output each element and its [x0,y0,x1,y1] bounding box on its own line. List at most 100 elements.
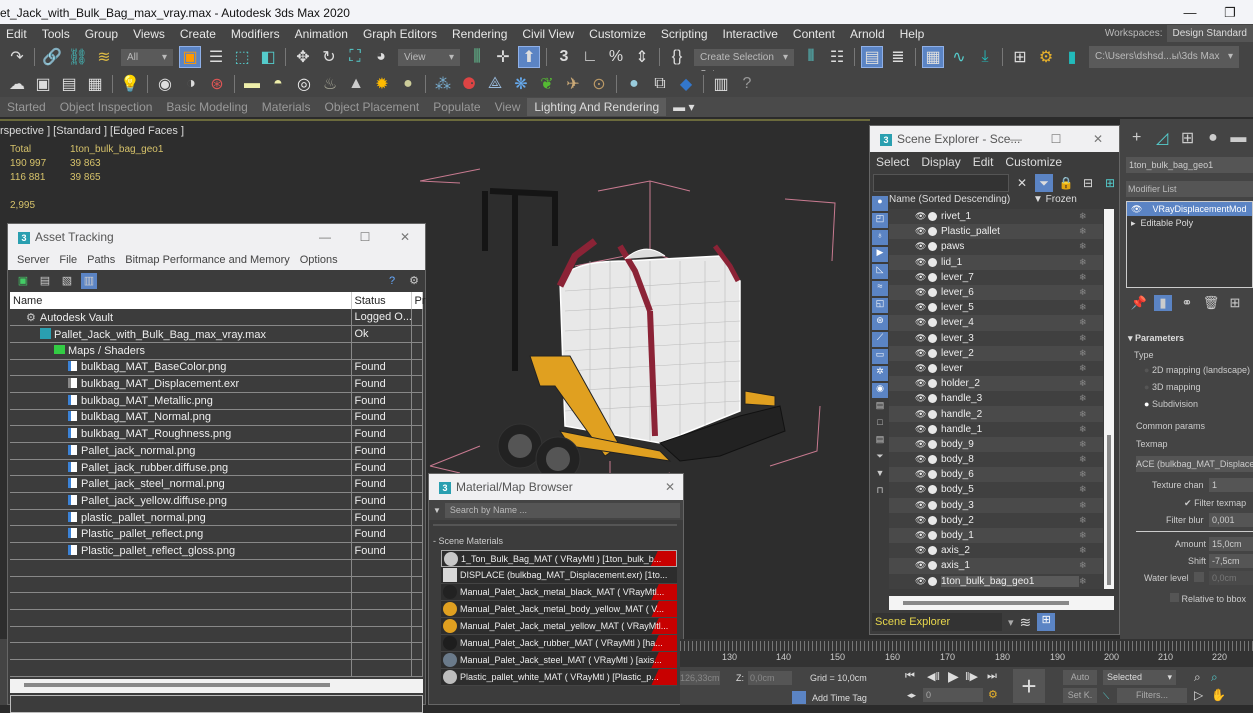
menu-civil-view[interactable]: Civil View [516,27,583,41]
visibility-eye-icon[interactable]: 👁 [915,363,926,374]
scene-object-row[interactable]: 👁lever_6❄ [889,285,1103,300]
menu-graph-editors[interactable]: Graph Editors [357,27,446,41]
snaps-toggle-icon[interactable]: 3 [553,46,575,68]
mirror-icon[interactable]: ⫴ [800,46,822,68]
column-frozen[interactable]: ▼ Frozen [1033,194,1077,205]
visibility-eye-icon[interactable]: 👁 [915,454,926,465]
tab-populate[interactable]: Populate [426,100,487,114]
vertical-scrollbar[interactable] [1104,209,1114,589]
table-view-icon[interactable]: ▥ [81,273,97,289]
filters-button[interactable]: Filters... [1117,688,1187,703]
asset-row[interactable]: Pallet_jack_yellow.diffuse.pngFound [10,493,422,510]
menu-bitmap-performance[interactable]: Bitmap Performance and Memory [125,254,289,266]
parameters-rollout[interactable]: ▾ Parameters [1128,333,1184,344]
light-filter-icon[interactable]: ♁ [872,230,888,245]
material-item[interactable]: Manual_Palet_Jack_metal_yellow_MAT ( VRa… [441,618,677,635]
menu-edit[interactable]: Edit [973,155,994,169]
container-filter-icon[interactable]: ▭ [872,349,888,364]
menu-content[interactable]: Content [787,27,844,41]
visibility-eye-icon[interactable]: 👁 [915,530,926,541]
radio-subdivision[interactable]: ● Subdivision [1144,399,1198,409]
particle-filter-icon[interactable]: ✲ [872,366,888,381]
clipper-icon[interactable]: ⟁ [484,73,506,95]
x-coordinate-input[interactable]: 126,33cm [680,671,720,685]
ref-coord-dropdown[interactable]: View▾ [398,49,460,66]
invert-display-icon[interactable]: ▤ [872,434,888,449]
frozen-icon[interactable]: ❄ [1079,333,1103,344]
align-icon[interactable]: ☷ [826,46,848,68]
ies-light-icon[interactable]: ● [397,73,419,95]
render-window-icon[interactable]: ▣ [32,73,54,95]
key-tangent-icon[interactable]: ⟍ [1103,691,1109,702]
menu-views[interactable]: Views [127,27,174,41]
unlink-icon[interactable]: ⛓ [67,46,89,68]
zoom-icon[interactable]: ⌕ [1194,670,1201,685]
display-tab-icon[interactable]: ▬ [1228,129,1249,147]
menu-scripting[interactable]: Scripting [655,27,717,41]
column-name[interactable]: Name [10,292,351,309]
cloud-icon[interactable]: ☁ [6,73,28,95]
play-icon[interactable]: ▶ [948,668,959,685]
render-toggle-icon[interactable] [928,577,937,586]
minimize-button[interactable]: — [1001,126,1031,152]
pin-stack-icon[interactable]: 📌 [1130,295,1148,311]
scrollbar-thumb[interactable] [1107,435,1111,585]
fur-icon[interactable]: ⁂ [432,73,454,95]
tree-icon[interactable]: ⊞ [1101,174,1119,192]
set-key-button[interactable]: Set K. [1063,688,1097,703]
frozen-icon[interactable]: ❄ [1079,500,1103,511]
maximize-button[interactable]: ☐ [1041,126,1071,152]
render-toggle-icon[interactable] [928,212,937,221]
texmap-button[interactable]: ACE (bulkbag_MAT_Displacen [1136,456,1253,472]
spot-light-icon[interactable]: ▲ [345,73,367,95]
material-tools-icon[interactable]: ⧉ [649,73,671,95]
settings-icon[interactable]: ⚙ [406,273,422,289]
texture-chan-input[interactable]: 1 [1209,478,1253,492]
xref-filter-icon[interactable]: ⊛ [872,315,888,330]
scene-explorer-dropdown[interactable]: Scene Explorer [872,613,1002,631]
material-item[interactable]: DISPLACE (bulkbag_MAT_Displacement.exr) … [441,567,677,584]
light-lister-icon[interactable]: 💡 [119,73,141,95]
menu-arnold[interactable]: Arnold [844,27,894,41]
shape-filter-icon[interactable]: ◰ [872,213,888,228]
menu-select[interactable]: Select [876,155,909,169]
water-level-checkbox[interactable] [1194,572,1204,582]
asset-row[interactable]: bulkbag_MAT_Roughness.pngFound [10,426,422,443]
visibility-eye-icon[interactable]: 👁 [915,439,926,450]
field-of-view-icon[interactable]: ▷ [1194,688,1203,702]
render-toggle-icon[interactable] [928,440,937,449]
asset-row[interactable]: bulkbag_MAT_Metallic.pngFound [10,392,422,409]
menu-interactive[interactable]: Interactive [717,27,787,41]
visibility-eye-icon[interactable]: 👁 [915,393,926,404]
visibility-eye-icon[interactable]: 👁 [915,317,926,328]
scene-object-row[interactable]: 👁axis_1❄ [889,558,1103,573]
tab-view[interactable]: View [488,100,528,114]
angle-snap-icon[interactable]: ∟ [579,46,601,68]
list-view-icon[interactable]: ▤ [37,273,53,289]
timeline[interactable]: 130 140 150 160 170 180 190 200 210 220 [680,639,1253,667]
spacewarp-filter-icon[interactable]: ≈ [872,281,888,296]
column-name-sorted[interactable]: Name (Sorted Descending) [889,194,1010,205]
scene-object-row[interactable]: 👁handle_1❄ [889,422,1103,437]
render-toggle-icon[interactable] [928,227,937,236]
scene-object-row[interactable]: 👁body_2❄ [889,513,1103,528]
scene-object-row[interactable]: 👁Plastic_pallet❄ [889,224,1103,239]
material-assign-icon[interactable]: ◆ [675,73,697,95]
render-toggle-icon[interactable] [928,242,937,251]
pivot-center-icon[interactable]: ⫼ [466,46,488,68]
dome-light-icon[interactable]: ◓ [267,73,289,95]
render-toggle-icon[interactable] [928,485,937,494]
asset-row[interactable]: Pallet_jack_steel_normal.pngFound [10,476,422,493]
curve-editor-icon[interactable]: ∿ [948,46,970,68]
frozen-icon[interactable]: ❄ [1079,576,1103,587]
hierarchy-tab-icon[interactable]: ⊞ [1177,128,1198,148]
frozen-icon[interactable]: ❄ [1079,454,1103,465]
layer-explorer-icon[interactable]: ≣ [887,46,909,68]
next-frame-icon[interactable]: ‖▶ [965,670,978,683]
pan-icon[interactable]: ✋ [1211,688,1226,702]
asset-row[interactable]: Maps / Shaders [10,342,422,359]
frozen-icon[interactable]: ❄ [1079,560,1103,571]
camera-filter-icon[interactable]: ▶ [872,247,888,262]
material-item[interactable]: Manual_Palet_Jack_metal_body_yellow_MAT … [441,601,677,618]
material-item[interactable]: 1_Ton_Bulk_Bag_MAT ( VRayMtl ) [1ton_bul… [441,550,677,567]
